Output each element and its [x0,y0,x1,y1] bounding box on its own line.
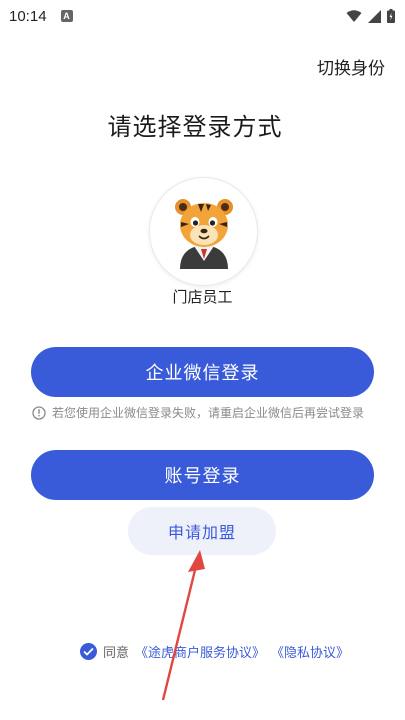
status-icons [346,9,395,23]
tiger-mascot-icon [174,198,233,269]
login-hint-text: 若您使用企业微信登录失败，请重启企业微信后再尝试登录 [52,406,365,420]
wifi-icon [346,9,362,22]
account-login-button[interactable]: 账号登录 [31,450,374,500]
agreement-row: 同意 《途虎商户服务协议》 《隐私协议》 [80,642,349,661]
notification-icon: A [60,10,73,22]
role-label: 门店员工 [172,288,233,306]
login-hint: 若您使用企业微信登录失败，请重启企业微信后再尝试登录 [32,404,404,421]
status-time: 10:14 [9,7,47,25]
status-left: 10:14 A [9,8,73,25]
checkmark-icon [83,647,94,656]
service-agreement-link[interactable]: 《途虎商户服务协议》 [135,642,265,661]
privacy-agreement-link[interactable]: 《隐私协议》 [271,642,349,661]
status-bar: 10:14 A [0,0,405,32]
switch-identity-button[interactable]: 切换身份 [317,54,385,79]
role-avatar-card[interactable] [149,177,258,286]
apply-join-button[interactable]: 申请加盟 [128,507,276,555]
battery-icon [387,9,395,23]
page-title: 请选择登录方式 [107,113,283,141]
signal-icon [368,9,381,23]
info-icon [32,405,46,420]
agreement-prefix: 同意 [103,646,130,661]
wechat-login-button[interactable]: 企业微信登录 [31,347,374,397]
agreement-checkbox[interactable] [80,643,97,660]
